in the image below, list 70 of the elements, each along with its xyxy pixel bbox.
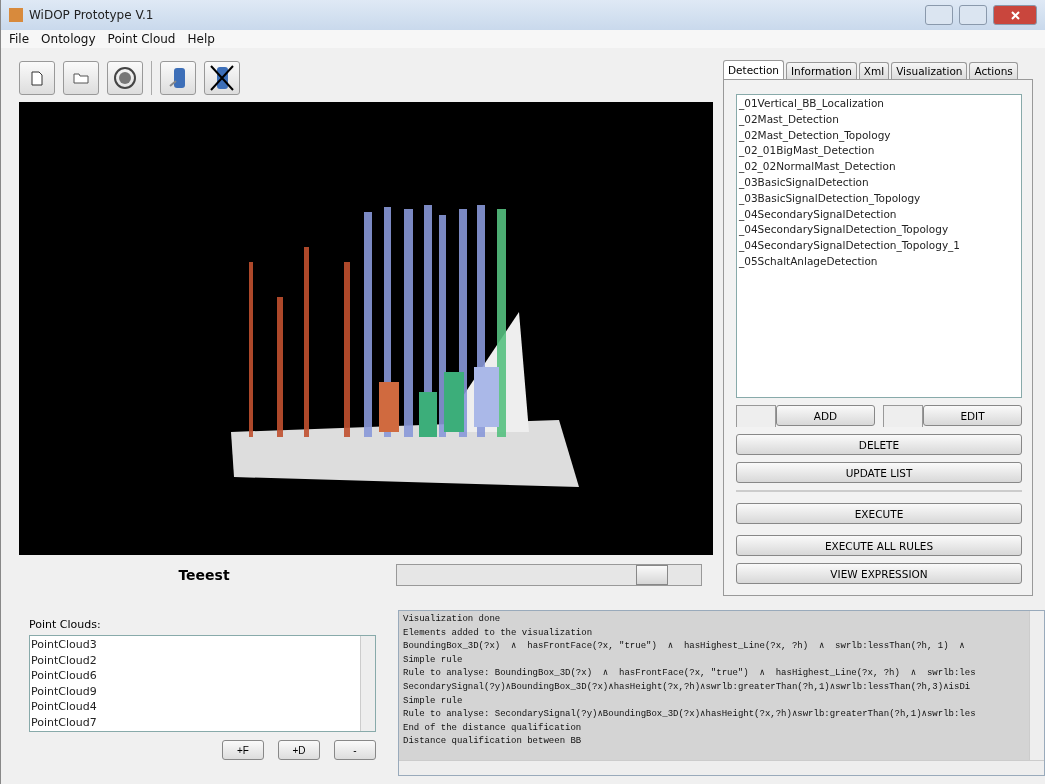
list-item[interactable]: PointCloud7 [31,714,359,730]
log-line: Distance qualification between BB [403,735,583,749]
list-button[interactable]: +D [278,740,320,760]
list-item[interactable]: PointCloud9 [31,683,359,699]
list-item[interactable]: _02Mast_Detection [739,111,1019,128]
list-item[interactable]: _01Vertical_BB_Localization [739,96,1019,112]
list-item[interactable]: _03BasicSignalDetection_Topology [739,190,1019,207]
button-stub [736,405,776,427]
crossed-database-icon [209,64,235,92]
action-button[interactable]: EXECUTE ALL RULES [736,535,1022,556]
open-folder-button[interactable] [63,61,99,95]
disc-icon [113,66,137,90]
app-icon [9,8,23,22]
slider-track[interactable] [396,564,702,586]
log-line: Rule to analyse: SecondarySignal(?y)∧BoundingBox_3D(?x)∧hasHeight(?x,?h)∧swrlb:greaterThan(?h,1)∧swrlb:les [403,708,977,722]
rule-button[interactable]: UPDATE LIST [736,462,1022,483]
menu-item[interactable]: File [9,32,30,46]
log-line: Visualization done [403,613,502,626]
list-item[interactable]: PointCloud2 [31,652,359,668]
list-item[interactable]: PointCloud3 [31,637,359,653]
list-item[interactable]: _04SecondarySignalDetection_Topology_1 [739,238,1019,254]
action-button[interactable]: VIEW EXPRESSION [736,563,1022,584]
point-clouds-label: Point Clouds: [29,618,102,631]
list-item[interactable]: _05SchaltAnlageDetection [739,253,1019,270]
tab[interactable]: Information [786,62,857,79]
menu-item[interactable]: Ontology [41,32,96,46]
list-item[interactable]: _03BasicSignalDetection [739,175,1019,191]
tab[interactable]: Visualization [891,62,968,79]
log-line: Rule to analyse: BoundingBox_3D(?x) ∧ hasFrontFace(?x, "true") ∧ hasHighest_Line(?x, ?h) ∧ swrlb:les [403,667,977,681]
rule-list[interactable] [736,94,1022,398]
list-item[interactable]: PointCloud4 [31,699,359,715]
maximize-button[interactable] [959,5,987,25]
log-line: Elements added to the visualization [403,626,594,640]
viewer-caption: Teeest [177,567,231,583]
database-remove-button[interactable] [204,61,240,95]
rule-button[interactable]: DELETE [736,434,1022,455]
button-stub [883,405,923,427]
tab[interactable]: Actions [969,62,1018,79]
log-line: Simple rule [403,653,464,667]
tab[interactable]: Detection [723,60,784,79]
list-button[interactable]: +F [222,740,264,760]
rule-button[interactable]: EDIT [923,405,1022,426]
close-icon [1010,10,1020,20]
database-icon [168,66,188,90]
list-item[interactable]: PointCloud6 [31,668,359,684]
minimize-button[interactable] [925,5,953,25]
vrml-button[interactable] [107,61,143,95]
list-item[interactable]: _04SecondarySignalDetection_Topology [739,222,1019,239]
close-button[interactable] [993,5,1037,25]
action-button[interactable]: EXECUTE [736,503,1022,524]
menu-item[interactable]: Help [187,32,215,46]
point-cloud-list[interactable]: PointCloud3 PointCloud2 PointCloud6 PointCloud9 PointCloud4 PointCloud7 [29,635,376,732]
new-file-button[interactable] [19,61,55,95]
window-title: WiDOP Prototype V.1 [29,8,155,22]
tab[interactable]: Xml [858,62,890,79]
folder-icon [73,72,89,84]
menu-item[interactable]: Point Cloud [107,32,176,46]
database-button[interactable] [160,61,196,95]
list-item[interactable]: _04SecondarySignalDetection [739,206,1019,223]
rule-button[interactable]: ADD [776,405,875,426]
list-item[interactable]: _02_02NormalMast_Detection [739,159,1019,175]
list-item[interactable]: _02_01BigMast_Detection [739,143,1019,160]
log-line: BoundingBox_3D(?x) ∧ hasFrontFace(?x, "true") ∧ hasHighest_Line(?x, ?h) ∧ swrlb:lessThan(?h, 1) ∧ [403,640,966,654]
list-button[interactable]: - [334,740,376,760]
list-item[interactable]: _02Mast_Detection_Topology [739,127,1019,144]
log-line: End of the distance qualification [403,721,583,735]
page-icon [31,70,43,86]
slider-thumb[interactable] [636,565,669,585]
log-line: Simple rule [403,694,464,708]
log-line: SecondarySignal(?y)∧BoundingBox_3D(?x)∧hasHeight(?x,?h)∧swrlb:greaterThan(?h,1)∧swrlb:lessThan(?h,3)∧isDi [403,680,972,694]
